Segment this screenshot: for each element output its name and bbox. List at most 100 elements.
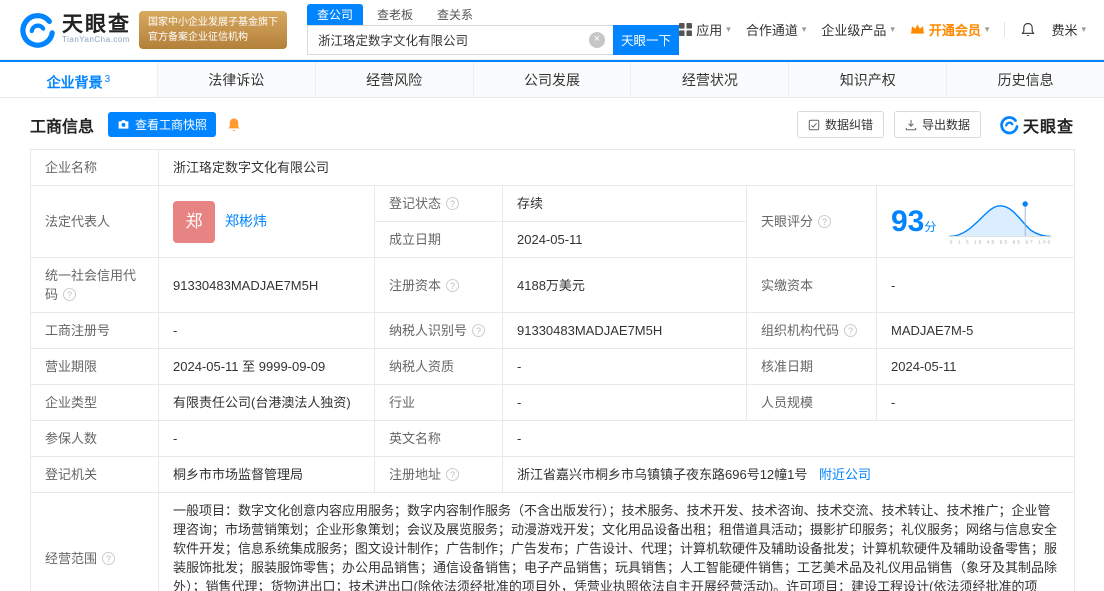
tab-company-background[interactable]: 企业背景3: [0, 62, 158, 97]
clear-search-icon[interactable]: ×: [589, 32, 605, 48]
table-row: 统一社会信用代码? 91330483MADJAE7M5H 注册资本? 4188万…: [31, 258, 1075, 313]
tab-intellectual-property[interactable]: 知识产权: [789, 62, 947, 97]
nav-divider: [1004, 22, 1005, 37]
user-menu[interactable]: 费米 ▾: [1051, 20, 1086, 39]
label-reg-address: 注册地址?: [375, 457, 503, 493]
legal-rep-avatar[interactable]: 郑: [173, 201, 215, 243]
search-input[interactable]: [307, 25, 613, 55]
value-credit-code: 91330483MADJAE7M5H: [159, 258, 375, 313]
label-reg-authority: 登记机关: [31, 457, 159, 493]
table-row: 参保人数 - 英文名称 -: [31, 421, 1075, 457]
search-tab-relation[interactable]: 查关系: [427, 4, 483, 25]
nav-apps[interactable]: 应用 ▾: [679, 20, 731, 39]
logo-subtitle: TianYanCha.com: [62, 36, 131, 44]
value-reg-authority: 桐乡市市场监督管理局: [159, 457, 375, 493]
nav-partner[interactable]: 合作通道 ▾: [746, 20, 807, 39]
label-insured-count: 参保人数: [31, 421, 159, 457]
label-org-code: 组织机构代码?: [747, 313, 877, 349]
value-reg-address: 浙江省嘉兴市桐乡市乌镇镇子夜东路696号12幢1号 附近公司: [503, 457, 1075, 493]
label-tyc-score: 天眼评分?: [747, 186, 877, 258]
search-tabs: 查公司 查老板 查关系: [307, 5, 679, 25]
monitor-bell-icon[interactable]: [226, 117, 242, 133]
label-establish-date: 成立日期: [375, 222, 503, 258]
nav-enterprise[interactable]: 企业级产品 ▾: [821, 20, 895, 39]
crown-icon: [910, 24, 925, 35]
label-staff-size: 人员规模: [747, 385, 877, 421]
label-reg-status: 登记状态?: [375, 186, 503, 222]
value-approval-date: 2024-05-11: [877, 349, 1075, 385]
label-company-type: 企业类型: [31, 385, 159, 421]
business-info-table: 企业名称 浙江珞定数字文化有限公司 法定代表人 郑 郑彬炜 登记状态? 存续 天…: [30, 149, 1075, 591]
nav-vip-label: 开通会员: [929, 20, 981, 39]
label-reg-capital: 注册资本?: [375, 258, 503, 313]
header-nav: 应用 ▾ 合作通道 ▾ 企业级产品 ▾ 开通会员 ▾ 费米 ▾: [679, 20, 1086, 39]
company-tab-bar: 企业背景3 法律诉讼 经营风险 公司发展 经营状况 知识产权 历史信息: [0, 60, 1104, 98]
value-paid-capital: -: [877, 258, 1075, 313]
tab-company-development[interactable]: 公司发展: [474, 62, 632, 97]
value-org-code: MADJAE7M-5: [877, 313, 1075, 349]
value-establish-date: 2024-05-11: [503, 222, 747, 258]
search-tab-boss[interactable]: 查老板: [367, 4, 423, 25]
info-icon[interactable]: ?: [446, 279, 459, 292]
value-company-type: 有限责任公司(台港澳法人独资): [159, 385, 375, 421]
label-legal-rep: 法定代表人: [31, 186, 159, 258]
tab-history[interactable]: 历史信息: [947, 62, 1104, 97]
search-tab-company[interactable]: 查公司: [307, 4, 363, 25]
table-row: 工商注册号 - 纳税人识别号? 91330483MADJAE7M5H 组织机构代…: [31, 313, 1075, 349]
nav-upgrade-vip[interactable]: 开通会员 ▾: [910, 20, 990, 39]
brand-watermark: 天眼查: [999, 113, 1074, 137]
info-icon[interactable]: ?: [844, 324, 857, 337]
view-snapshot-button[interactable]: 查看工商快照: [108, 112, 216, 137]
export-data-button[interactable]: 导出数据: [894, 111, 981, 138]
nav-enterprise-label: 企业级产品: [821, 20, 886, 39]
label-business-scope: 经营范围?: [31, 493, 159, 591]
label-approval-date: 核准日期: [747, 349, 877, 385]
value-reg-capital: 4188万美元: [503, 258, 747, 313]
username: 费米: [1051, 20, 1077, 39]
label-credit-code: 统一社会信用代码?: [31, 258, 159, 313]
legal-rep-name-link[interactable]: 郑彬炜: [225, 212, 267, 231]
info-icon[interactable]: ?: [446, 468, 459, 481]
info-icon[interactable]: ?: [102, 552, 115, 565]
table-row: 法定代表人 郑 郑彬炜 登记状态? 存续 天眼评分? 93分: [31, 186, 1075, 222]
value-taxpayer-qualification: -: [503, 349, 747, 385]
camera-icon: [117, 118, 130, 131]
nav-partner-label: 合作通道: [746, 20, 798, 39]
value-reg-status: 存续: [503, 186, 747, 222]
tab-business-status[interactable]: 经营状况: [631, 62, 789, 97]
chevron-down-icon: ▾: [985, 24, 990, 35]
notification-bell[interactable]: [1020, 22, 1036, 38]
tianyancha-logo-icon: [999, 115, 1019, 135]
search-button[interactable]: 天眼一下: [613, 25, 679, 55]
label-company-name: 企业名称: [31, 150, 159, 186]
nearby-companies-link[interactable]: 附近公司: [819, 467, 871, 482]
tab-count-badge: 3: [105, 74, 111, 85]
value-business-term: 2024-05-11 至 9999-09-09: [159, 349, 375, 385]
tab-operational-risk[interactable]: 经营风险: [316, 62, 474, 97]
score-unit: 分: [924, 220, 936, 234]
data-correction-button[interactable]: 数据纠错: [797, 111, 884, 138]
nav-apps-label: 应用: [696, 20, 722, 39]
info-icon[interactable]: ?: [446, 197, 459, 210]
info-icon[interactable]: ?: [63, 288, 76, 301]
value-legal-rep: 郑 郑彬炜: [159, 186, 375, 258]
table-row: 营业期限 2024-05-11 至 9999-09-09 纳税人资质 - 核准日…: [31, 349, 1075, 385]
tab-legal-proceedings[interactable]: 法律诉讼: [158, 62, 316, 97]
info-icon[interactable]: ?: [818, 215, 831, 228]
certification-badge: 国家中小企业发展子基金旗下 官方备案企业征信机构: [139, 11, 287, 49]
bell-icon: [1020, 22, 1036, 38]
brand-name: 天眼查: [1023, 113, 1074, 137]
correction-icon: [808, 119, 820, 131]
tianyancha-logo-icon: [18, 11, 56, 49]
value-reg-no: -: [159, 313, 375, 349]
table-row: 企业名称 浙江珞定数字文化有限公司: [31, 150, 1075, 186]
chevron-down-icon: ▾: [726, 24, 731, 35]
score-axis-labels: 0 1 5 15 45 65 85 97 100: [950, 239, 1051, 245]
info-icon[interactable]: ?: [472, 324, 485, 337]
chevron-down-icon: ▾: [802, 24, 807, 35]
value-staff-size: -: [877, 385, 1075, 421]
label-english-name: 英文名称: [375, 421, 503, 457]
tianyancha-logo[interactable]: 天眼查 TianYanCha.com: [18, 11, 131, 49]
table-row: 经营范围? 一般项目：数字文化创意内容应用服务；数字内容制作服务（不含出版发行）…: [31, 493, 1075, 591]
table-row: 企业类型 有限责任公司(台港澳法人独资) 行业 - 人员规模 -: [31, 385, 1075, 421]
